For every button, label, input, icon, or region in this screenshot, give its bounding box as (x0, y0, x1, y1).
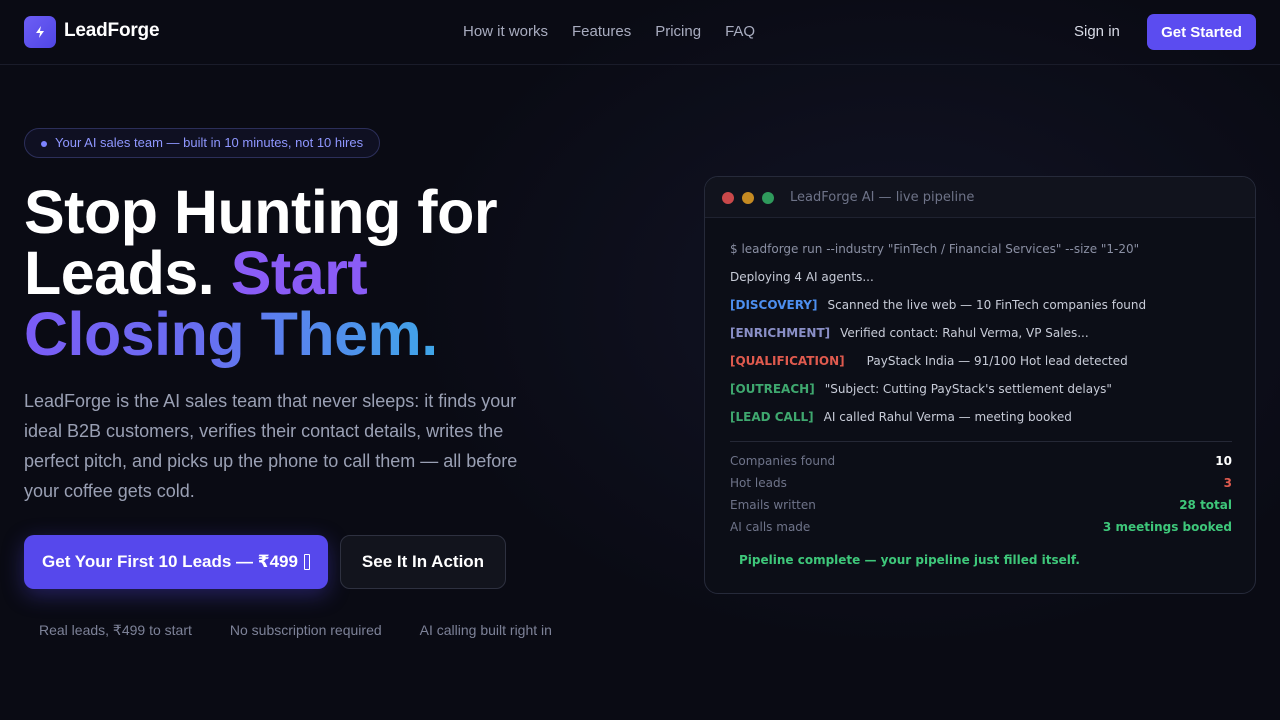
stat-label: Companies found (730, 454, 836, 468)
logo-icon[interactable] (24, 16, 56, 48)
perks-list: Real leads, ₹499 to start No subscriptio… (39, 622, 552, 639)
headline-part-2: Start (230, 239, 368, 307)
step-outreach: [OUTREACH] "Subject: Cutting PayStack's s… (730, 381, 1232, 409)
nav-links: How it works Features Pricing FAQ (463, 23, 755, 40)
stat-value: 3 meetings booked (1102, 520, 1232, 534)
headline-part-3: Closing Them. (24, 300, 438, 368)
step-tag: [ENRICHMENT] (730, 326, 831, 340)
hero-headline: Stop Hunting for Leads. Start Closing Th… (24, 182, 624, 365)
step-text: Scanned the live web — 10 FinTech compan… (827, 298, 1147, 312)
get-first-leads-button[interactable]: Get Your First 10 Leads — ₹499 (24, 535, 328, 589)
stat-label: Hot leads (730, 476, 787, 490)
step-tag: [OUTREACH] (730, 382, 815, 396)
cta-primary-label: Get Your First 10 Leads — ₹499 (42, 552, 298, 571)
stat-label: Emails written (730, 498, 816, 512)
terminal-title: LeadForge AI — live pipeline (790, 190, 975, 205)
hero-subcopy: LeadForge is the AI sales team that neve… (24, 391, 518, 501)
pipeline-terminal: LeadForge AI — live pipeline $ leadforge… (704, 176, 1256, 594)
terminal-deploying: Deploying 4 AI agents... (730, 270, 874, 284)
get-started-button[interactable]: Get Started (1147, 14, 1256, 50)
terminal-command: $ leadforge run --industry "FinTech / Fi… (730, 242, 1140, 256)
step-text: AI called Rahul Verma — meeting booked (823, 410, 1072, 424)
step-text: PayStack India — 91/100 Hot lead detecte… (866, 354, 1128, 368)
step-tag: [QUALIFICATION] (730, 354, 845, 368)
terminal-body: $ leadforge run --industry "FinTech / Fi… (730, 241, 1232, 542)
close-dot-icon (722, 192, 734, 204)
step-enrichment: [ENRICHMENT] Verified contact: Rahul Verm… (730, 325, 1232, 353)
bolt-icon (36, 26, 44, 38)
stat-emails-written: Emails written 28 total (730, 498, 1232, 520)
stat-label: AI calls made (730, 520, 811, 534)
see-it-in-action-button[interactable]: See It In Action (340, 535, 506, 589)
stat-hot-leads: Hot leads 3 (730, 476, 1232, 498)
nav-link-how-it-works[interactable]: How it works (463, 23, 548, 40)
stat-value: 3 (1223, 476, 1232, 490)
step-text: "Subject: Cutting PayStack's settlement … (824, 382, 1112, 396)
perk-item: No subscription required (229, 622, 382, 638)
brand-name[interactable]: LeadForge (64, 20, 160, 42)
step-discovery: [DISCOVERY] Scanned the live web — 10 Fin… (730, 297, 1232, 325)
nav-link-pricing[interactable]: Pricing (655, 23, 701, 40)
badge-dot-icon (41, 141, 47, 147)
minimize-dot-icon (742, 192, 754, 204)
stat-companies-found: Companies found 10 (730, 454, 1232, 476)
stat-value: 10 (1215, 454, 1232, 468)
maximize-dot-icon (762, 192, 774, 204)
perk-item: AI calling built right in (419, 622, 552, 638)
stat-ai-calls: AI calls made 3 meetings booked (730, 520, 1232, 542)
pipeline-complete-message: Pipeline complete — your pipeline just f… (739, 553, 1080, 567)
terminal-titlebar: LeadForge AI — live pipeline (705, 177, 1255, 218)
top-nav: LeadForge How it works Features Pricing … (0, 0, 1280, 65)
stat-value: 28 total (1179, 498, 1232, 512)
step-text: Verified contact: Rahul Verma, VP Sales.… (840, 326, 1089, 340)
step-tag: [DISCOVERY] (730, 298, 818, 312)
nav-link-features[interactable]: Features (572, 23, 631, 40)
terminal-divider (730, 441, 1232, 442)
step-tag: [LEAD CALL] (730, 410, 814, 424)
sign-in-link[interactable]: Sign in (1074, 23, 1120, 40)
hero-badge: Your AI sales team — built in 10 minutes… (24, 128, 381, 158)
placeholder-glyph-icon (303, 554, 310, 570)
perk-item: Real leads, ₹499 to start (39, 622, 192, 638)
badge-text: Your AI sales team — built in 10 minutes… (55, 135, 364, 150)
step-lead-call: [LEAD CALL] AI called Rahul Verma — meeti… (730, 409, 1232, 437)
nav-link-faq[interactable]: FAQ (725, 23, 755, 40)
step-qualification: [QUALIFICATION] PayStack India — 91/100 H… (730, 353, 1232, 381)
